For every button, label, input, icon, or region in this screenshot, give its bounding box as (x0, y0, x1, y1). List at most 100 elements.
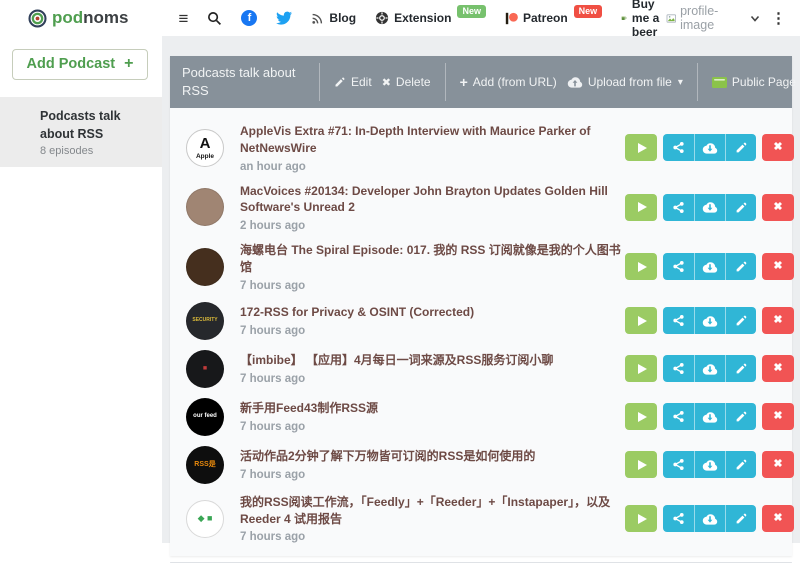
delete-episode-button[interactable]: ✖ (762, 403, 794, 430)
episode-button-group (663, 451, 756, 478)
edit-episode-button[interactable] (725, 194, 756, 221)
play-button[interactable] (625, 355, 657, 382)
play-button[interactable] (625, 451, 657, 478)
episode-avatar[interactable] (186, 248, 224, 286)
edit-episode-button[interactable] (725, 253, 756, 280)
episode-title[interactable]: 【imbibe】 【应用】4月每日一词来源及RSS服务订阅小聊 (240, 352, 625, 369)
episode-content: 【imbibe】 【应用】4月每日一词来源及RSS服务订阅小聊 7 hours … (240, 352, 625, 385)
download-button[interactable] (694, 253, 725, 280)
add-podcast-label: Add Podcast (27, 56, 116, 72)
buy-me-a-beer-label: Buy me a beer (632, 0, 666, 39)
download-button[interactable] (694, 451, 725, 478)
download-button[interactable] (694, 194, 725, 221)
avatar-text: our feed (193, 413, 217, 420)
play-button[interactable] (625, 403, 657, 430)
patreon-link[interactable]: Patreon New (505, 11, 602, 25)
twitter-link[interactable] (276, 11, 292, 25)
episode-row: our feed 新手用Feed43制作RSS源 7 hours ago (170, 393, 792, 441)
episode-avatar[interactable] (186, 188, 224, 226)
episode-title[interactable]: 活动作品2分钟了解下万物皆可订阅的RSS是如何使用的 (240, 448, 625, 465)
share-button[interactable] (663, 253, 694, 280)
episode-title[interactable]: 海螺电台 The Spiral Episode: 017. 我的 RSS 订阅就… (240, 242, 625, 276)
delete-episode-button[interactable]: ✖ (762, 307, 794, 334)
blog-link[interactable]: Blog (311, 11, 356, 25)
episode-row: A Apple AppleVis Extra #71: In-Depth Int… (170, 118, 792, 178)
add-podcast-button[interactable]: Add Podcast + (12, 49, 148, 80)
share-button[interactable] (663, 355, 694, 382)
avatar-text: ■ (203, 365, 207, 373)
edit-episode-button[interactable] (725, 451, 756, 478)
edit-episode-button[interactable] (725, 307, 756, 334)
episode-time: 7 hours ago (240, 531, 625, 543)
sidebar-item-podcast[interactable]: Podcasts talk about RSS 8 episodes (0, 97, 162, 167)
share-button[interactable] (663, 505, 694, 532)
episode-avatar[interactable]: ■ (186, 350, 224, 388)
edit-episode-button[interactable] (725, 355, 756, 382)
profile-menu[interactable]: profile-image (666, 4, 739, 32)
episode-avatar[interactable]: SECURITY (186, 302, 224, 340)
edit-podcast-button[interactable]: Edit (329, 71, 377, 93)
edit-episode-button[interactable] (725, 505, 756, 532)
episode-title[interactable]: 172-RSS for Privacy & OSINT (Corrected) (240, 304, 625, 321)
episode-row: ◆ ■ 我的RSS阅读工作流，「Feedly」+「Reeder」+「Instap… (170, 489, 792, 549)
pencil-icon (735, 512, 748, 525)
play-button[interactable] (625, 194, 657, 221)
share-button[interactable] (663, 134, 694, 161)
play-button[interactable] (625, 134, 657, 161)
play-icon (638, 202, 647, 212)
episode-avatar[interactable]: RSS是 (186, 446, 224, 484)
edit-episode-button[interactable] (725, 403, 756, 430)
brand-pod: pod (52, 8, 83, 27)
download-button[interactable] (694, 403, 725, 430)
share-button[interactable] (663, 194, 694, 221)
delete-podcast-button[interactable]: ✖ Delete (377, 71, 436, 93)
delete-episode-button[interactable]: ✖ (762, 355, 794, 382)
brand-logo[interactable]: podnoms (28, 8, 129, 28)
play-button[interactable] (625, 505, 657, 532)
delete-episode-button[interactable]: ✖ (762, 253, 794, 280)
episode-title[interactable]: AppleVis Extra #71: In-Depth Interview w… (240, 123, 625, 157)
share-button[interactable] (663, 307, 694, 334)
delete-episode-button[interactable]: ✖ (762, 134, 794, 161)
play-button[interactable] (625, 253, 657, 280)
episode-avatar[interactable]: our feed (186, 398, 224, 436)
menu-button[interactable]: ≡ (179, 10, 189, 27)
twitter-icon (276, 11, 292, 25)
avatar-text: RSS是 (194, 461, 215, 469)
episode-title[interactable]: 我的RSS阅读工作流，「Feedly」+「Reeder」+「Instapaper… (240, 494, 625, 528)
share-button[interactable] (663, 451, 694, 478)
episode-button-group (663, 194, 756, 221)
facebook-link[interactable]: f (241, 10, 257, 26)
share-button[interactable] (663, 403, 694, 430)
episode-title[interactable]: 新手用Feed43制作RSS源 (240, 400, 625, 417)
edit-episode-button[interactable] (725, 134, 756, 161)
delete-episode-button[interactable]: ✖ (762, 194, 794, 221)
profile-dropdown-button[interactable] (750, 14, 760, 23)
public-page-button[interactable]: Public Page (707, 71, 800, 93)
episode-title[interactable]: MacVoices #20134: Developer John Brayton… (240, 183, 625, 217)
delete-episode-button[interactable]: ✖ (762, 451, 794, 478)
buy-me-a-beer-link[interactable]: Buy me a beer (621, 0, 665, 39)
share-icon (672, 260, 685, 273)
extension-link[interactable]: Extension New (375, 11, 486, 25)
download-button[interactable] (694, 307, 725, 334)
upload-from-file-button[interactable]: Upload from file ▾ (562, 71, 688, 93)
delete-episode-button[interactable]: ✖ (762, 505, 794, 532)
download-button[interactable] (694, 355, 725, 382)
episode-time: 2 hours ago (240, 220, 625, 232)
episode-avatar[interactable]: A Apple (186, 129, 224, 167)
share-icon (672, 512, 685, 525)
cloud-download-icon (702, 142, 718, 154)
play-button[interactable] (625, 307, 657, 334)
sidebar-podcast-meta: 8 episodes (40, 145, 152, 157)
app-window: podnoms ≡ f (0, 0, 800, 543)
more-options-button[interactable]: ⋮ (771, 9, 786, 27)
extension-label: Extension (394, 11, 451, 25)
download-button[interactable] (694, 134, 725, 161)
search-button[interactable] (207, 11, 222, 26)
add-from-url-button[interactable]: + Add (from URL) (455, 70, 562, 94)
episode-avatar[interactable]: ◆ ■ (186, 500, 224, 538)
nav-right: profile-image ⋮ (666, 4, 786, 32)
x-icon: ✖ (773, 315, 782, 326)
download-button[interactable] (694, 505, 725, 532)
